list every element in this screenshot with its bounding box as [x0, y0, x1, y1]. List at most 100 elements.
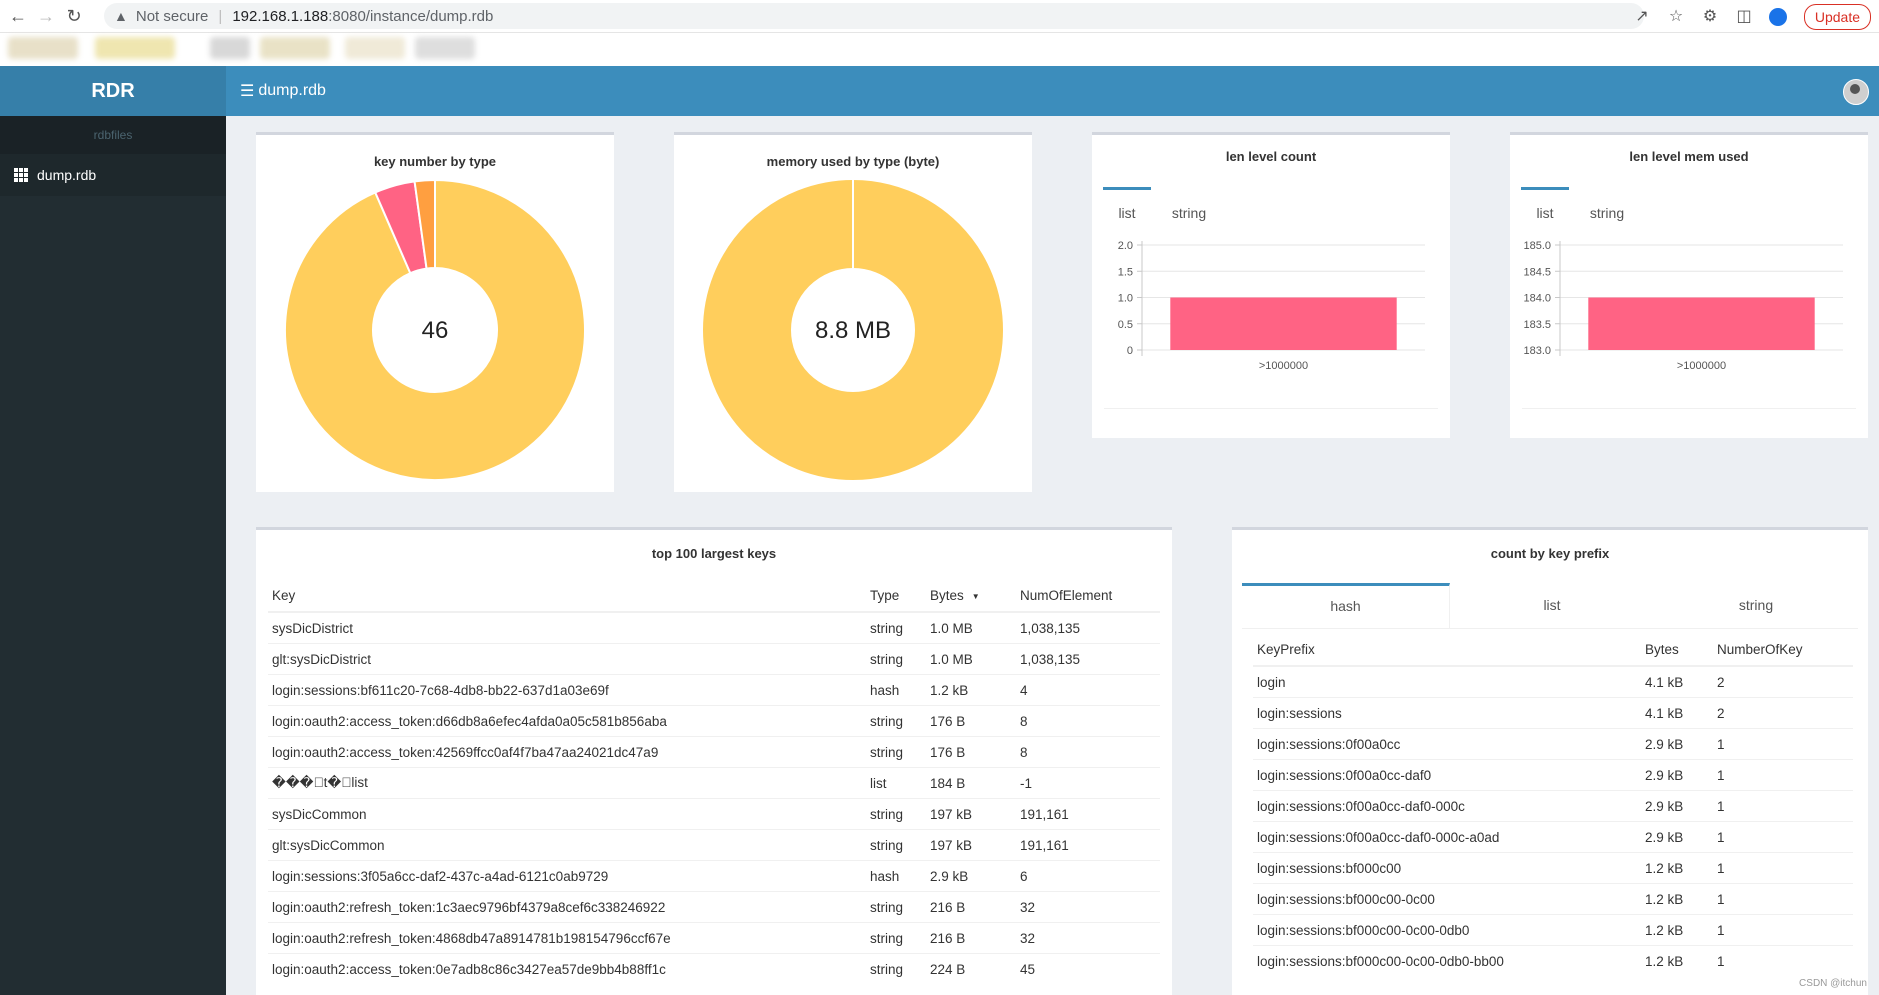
cell-key: login:oauth2:refresh_token:1c3aec9796bf4… [268, 891, 866, 923]
star-icon[interactable]: ☆ [1665, 5, 1687, 27]
divider [1104, 408, 1438, 409]
sort-desc-icon[interactable]: ▼ [972, 592, 980, 601]
table-row[interactable]: login:oauth2:access_token:42569ffcc0af4f… [268, 736, 1160, 768]
column-numofelement[interactable]: NumOfElement [1016, 580, 1160, 613]
type-tabs: list string [1521, 187, 1645, 221]
column-bytes[interactable]: Bytes ▼ [926, 580, 1016, 613]
back-icon[interactable]: ← [4, 2, 32, 30]
tab-string[interactable]: string [1569, 205, 1645, 221]
app-logo[interactable]: RDR [0, 66, 226, 116]
column-key[interactable]: Key [268, 580, 866, 613]
cell-keyprefix: login:sessions:bf000c00 [1253, 852, 1641, 884]
bar[interactable] [1588, 297, 1815, 351]
cell-type: string [866, 611, 926, 644]
cell-keyprefix: login:sessions:0f00a0cc-daf0 [1253, 759, 1641, 791]
column-bytes-label: Bytes [930, 588, 964, 603]
cell-numofelement: 4 [1016, 674, 1160, 706]
table-row[interactable]: login:oauth2:refresh_token:4868db47a8914… [268, 922, 1160, 954]
cell-bytes: 2.9 kB [926, 860, 1016, 892]
hamburger-icon[interactable]: ☰ [240, 81, 254, 101]
column-bytes[interactable]: Bytes [1641, 634, 1713, 667]
table-row[interactable]: login:sessions:bf000c00-0c00-0db0 1.2 kB 1 [1253, 914, 1853, 946]
bookmark-item[interactable] [95, 37, 175, 59]
tab-list[interactable]: list [1521, 187, 1569, 221]
y-tick-label: 1.0 [1118, 293, 1133, 305]
sidebar-item-dump-rdb[interactable]: dump.rdb [0, 154, 226, 196]
y-tick-label: 2.0 [1118, 240, 1133, 252]
cell-keyprefix: login:sessions:0f00a0cc-daf0-000c [1253, 790, 1641, 822]
cell-numofelement: 32 [1016, 922, 1160, 954]
table-header-row: KeyPrefix Bytes NumberOfKey [1253, 634, 1853, 667]
table-row[interactable]: login:sessions 4.1 kB 2 [1253, 697, 1853, 729]
cell-bytes: 216 B [926, 922, 1016, 954]
table-row[interactable]: login 4.1 kB 2 [1253, 665, 1853, 698]
table-row[interactable]: login:sessions:bf611c20-7c68-4db8-bb22-6… [268, 674, 1160, 706]
url-host: 192.168.1.188 [232, 7, 329, 25]
table-row[interactable]: login:sessions:bf000c00-0c00-0db0-bb00 1.… [1253, 945, 1853, 976]
cell-numberofkey: 1 [1713, 945, 1853, 976]
tab-list[interactable]: list [1103, 187, 1151, 221]
forward-icon[interactable]: → [32, 2, 60, 30]
table-row[interactable]: sysDicDistrict string 1.0 MB 1,038,135 [268, 611, 1160, 644]
browser-actions: ↗ ☆ ⚙ ◫ [1631, 5, 1789, 27]
bookmark-item[interactable] [210, 37, 250, 59]
table-row[interactable]: glt:sysDicCommon string 197 kB 191,161 [268, 829, 1160, 861]
cell-numberofkey: 2 [1713, 665, 1853, 698]
table-row[interactable]: login:sessions:0f00a0cc-daf0-000c 2.9 kB 1 [1253, 790, 1853, 822]
key-prefix-table: KeyPrefix Bytes NumberOfKey login 4.1 kB 2… [1253, 634, 1853, 976]
bookmark-item[interactable] [260, 37, 330, 59]
profile-icon[interactable] [1767, 5, 1789, 27]
column-keyprefix[interactable]: KeyPrefix [1253, 634, 1641, 667]
cell-bytes: 216 B [926, 891, 1016, 923]
table-row[interactable]: login:oauth2:access_token:0e7adb8c86c342… [268, 953, 1160, 984]
cell-key: login:oauth2:access_token:d66db8a6efec4a… [268, 705, 866, 737]
len-level-count-card: len level count list string 2.0 1.5 1.0 0.5… [1092, 132, 1450, 438]
table-row[interactable]: login:sessions:0f00a0cc-daf0-000c-a0ad 2.… [1253, 821, 1853, 853]
cell-numberofkey: 1 [1713, 728, 1853, 760]
column-type[interactable]: Type [866, 580, 926, 613]
bookmark-item[interactable] [345, 37, 405, 59]
sidebar-item-label: dump.rdb [37, 167, 97, 183]
chart-title: len level count [1225, 149, 1317, 164]
column-numberofkey[interactable]: NumberOfKey [1713, 634, 1853, 667]
reload-icon[interactable]: ↻ [60, 2, 88, 30]
app-header: RDR ☰ dump.rdb [0, 66, 1879, 116]
cell-type: list [866, 767, 926, 799]
cell-key: login:sessions:bf611c20-7c68-4db8-bb22-6… [268, 674, 866, 706]
cell-type: hash [866, 860, 926, 892]
address-bar[interactable]: ▲ Not secure | 192.168.1.188 :8080/insta… [104, 3, 1644, 29]
cell-numofelement: 1,038,135 [1016, 611, 1160, 644]
share-icon[interactable]: ↗ [1631, 5, 1653, 27]
table-row[interactable]: login:sessions:3f05a6cc-daf2-437c-a4ad-6… [268, 860, 1160, 892]
table-row[interactable]: glt:sysDicDistrict string 1.0 MB 1,038,135 [268, 643, 1160, 675]
table-row[interactable]: login:sessions:0f00a0cc-daf0 2.9 kB 1 [1253, 759, 1853, 791]
bookmark-item[interactable] [8, 37, 78, 59]
cell-numberofkey: 1 [1713, 790, 1853, 822]
cell-keyprefix: login:sessions:bf000c00-0c00 [1253, 883, 1641, 915]
cell-bytes: 1.2 kB [1641, 852, 1713, 884]
extensions-icon[interactable]: ⚙ [1699, 5, 1721, 27]
cell-type: string [866, 643, 926, 675]
table-row[interactable]: login:sessions:0f00a0cc 2.9 kB 1 [1253, 728, 1853, 760]
cell-key: login:oauth2:access_token:0e7adb8c86c342… [268, 953, 866, 984]
tab-string[interactable]: string [1151, 205, 1227, 221]
donut-center-label: 46 [422, 317, 449, 344]
side-panel-icon[interactable]: ◫ [1733, 5, 1755, 27]
bar[interactable] [1170, 297, 1397, 351]
table-row[interactable]: ��� t� list list 184 B -1 [268, 767, 1160, 799]
tab-list[interactable]: list [1450, 583, 1654, 628]
table-row[interactable]: login:sessions:bf000c00 1.2 kB 1 [1253, 852, 1853, 884]
table-row[interactable]: login:oauth2:refresh_token:1c3aec9796bf4… [268, 891, 1160, 923]
bookmark-item[interactable] [415, 37, 475, 59]
tab-string[interactable]: string [1654, 583, 1858, 628]
cell-bytes: 4.1 kB [1641, 665, 1713, 698]
table-row[interactable]: sysDicCommon string 197 kB 191,161 [268, 798, 1160, 830]
avatar[interactable] [1843, 79, 1869, 105]
cell-numberofkey: 1 [1713, 852, 1853, 884]
tab-hash[interactable]: hash [1242, 583, 1450, 628]
update-button[interactable]: Update [1803, 4, 1871, 30]
table-row[interactable]: login:sessions:bf000c00-0c00 1.2 kB 1 [1253, 883, 1853, 915]
table-row[interactable]: login:oauth2:access_token:d66db8a6efec4a… [268, 705, 1160, 737]
cell-numofelement: 8 [1016, 705, 1160, 737]
key-prefix-card: count by key prefix hash list string Key… [1232, 527, 1868, 995]
